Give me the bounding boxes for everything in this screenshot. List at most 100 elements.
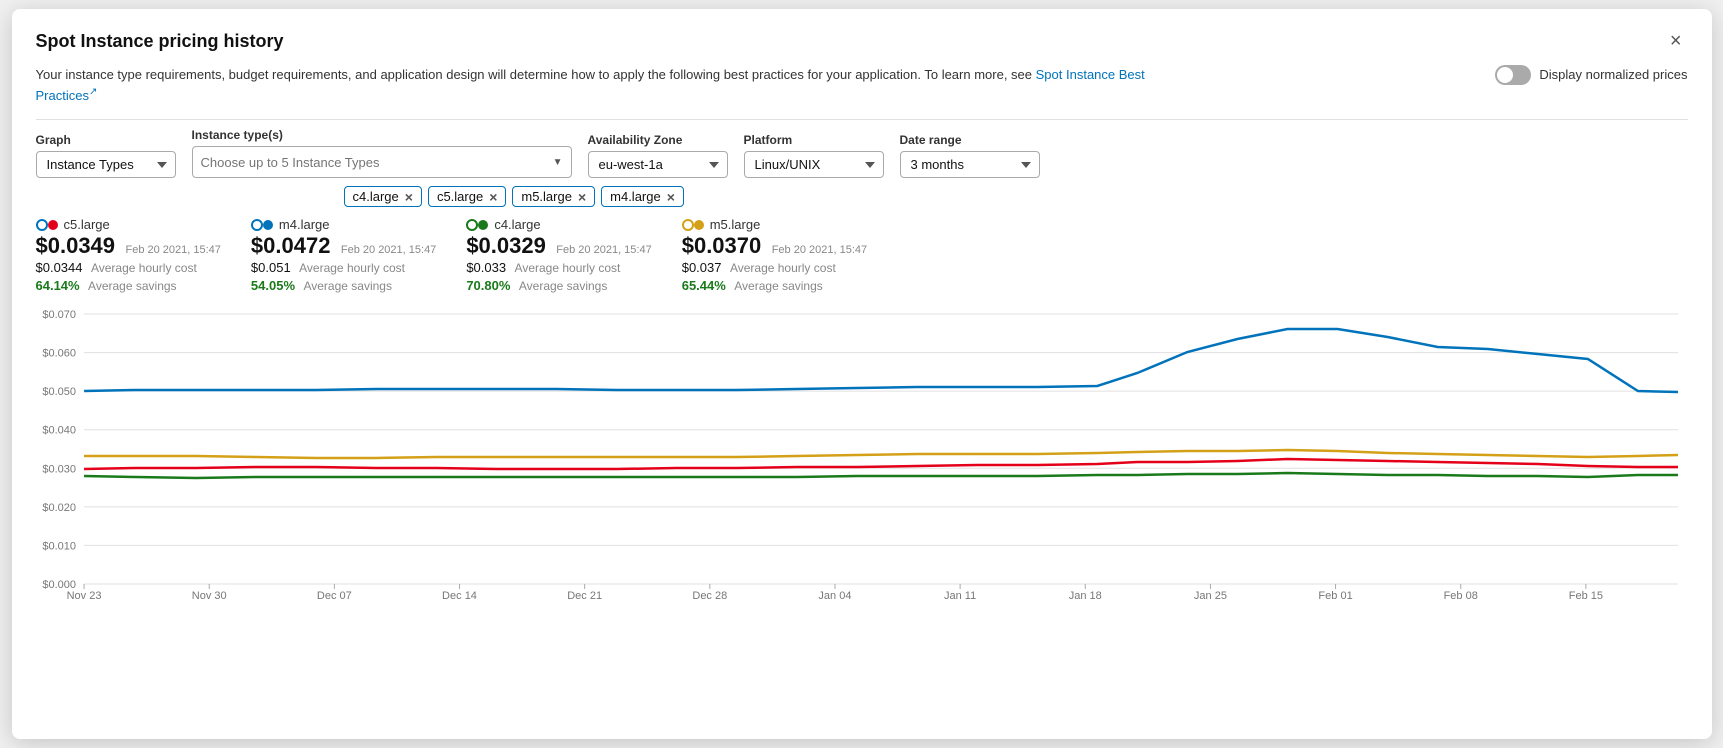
instance-dropdown-chevron: ▼ (553, 157, 563, 168)
instance-type-input-container[interactable]: ▼ (192, 146, 572, 178)
instance-type-label: Instance type(s) (192, 128, 572, 142)
tag-m5large-label: m5.large (521, 189, 572, 204)
tag-m4large-label: m4.large (610, 189, 661, 204)
daterange-select[interactable]: 3 months (900, 151, 1040, 178)
legend-m4large-savings: 54.05% (251, 278, 295, 293)
legend-m4large-avg-label: Average hourly cost (299, 261, 405, 275)
svg-text:Dec 14: Dec 14 (442, 590, 477, 599)
svg-text:Feb 15: Feb 15 (1568, 590, 1602, 599)
legend-c4large-price: $0.0329 (466, 233, 546, 258)
tag-c5large-remove[interactable]: × (489, 190, 497, 204)
legend-m5large-avg: $0.037 (682, 260, 722, 275)
instance-type-filter-group: Instance type(s) ▼ (192, 128, 572, 178)
legend-c4large-avg-row: $0.033 Average hourly cost (466, 259, 651, 277)
platform-filter-label: Platform (744, 133, 884, 147)
platform-filter-group: Platform Linux/UNIX (744, 133, 884, 178)
svg-text:Jan 04: Jan 04 (818, 590, 851, 599)
legend-m4large-dot-outer (251, 219, 263, 231)
graph-filter-label: Graph (36, 133, 176, 147)
legend-m4large-avg: $0.051 (251, 260, 291, 275)
legend-m4large-price-row: $0.0472 Feb 20 2021, 15:47 (251, 233, 436, 259)
legend-m5large-header: m5.large (682, 217, 867, 232)
legend-c4large: c4.large $0.0329 Feb 20 2021, 15:47 $0.0… (466, 217, 651, 295)
info-description: Your instance type requirements, budget … (36, 67, 1033, 82)
graph-filter-group: Graph Instance Types (36, 133, 176, 178)
tag-c4large: c4.large × (344, 186, 422, 207)
legend-c4large-date: Feb 20 2021, 15:47 (556, 244, 651, 256)
legend-m5large-savings-row: 65.44% Average savings (682, 277, 867, 295)
daterange-filter-group: Date range 3 months (900, 133, 1040, 178)
legend-m4large-price: $0.0472 (251, 233, 331, 258)
divider-top (36, 119, 1688, 120)
price-chart: $0.070 $0.060 $0.050 $0.040 $0.030 $0.02… (36, 299, 1688, 599)
chart-area: $0.070 $0.060 $0.050 $0.040 $0.030 $0.02… (36, 299, 1688, 599)
legend-c5large-savings: 64.14% (36, 278, 80, 293)
legend-m5large-name: m5.large (710, 217, 761, 232)
svg-text:Dec 21: Dec 21 (567, 590, 602, 599)
legend-m5large-avg-row: $0.037 Average hourly cost (682, 259, 867, 277)
legend-c4large-dot-inner (478, 220, 488, 230)
legend-c4large-savings: 70.80% (466, 278, 510, 293)
platform-select[interactable]: Linux/UNIX (744, 151, 884, 178)
legend-m4large-savings-row: 54.05% Average savings (251, 277, 436, 295)
tag-c4large-label: c4.large (353, 189, 399, 204)
az-filter-label: Availability Zone (588, 133, 728, 147)
modal-container: Spot Instance pricing history × Your ins… (12, 9, 1712, 739)
svg-text:Dec 07: Dec 07 (316, 590, 351, 599)
legend-m4large-avg-row: $0.051 Average hourly cost (251, 259, 436, 277)
svg-text:Feb 01: Feb 01 (1318, 590, 1352, 599)
legend-c4large-avg-label: Average hourly cost (515, 261, 621, 275)
svg-text:Feb 08: Feb 08 (1443, 590, 1477, 599)
legend-c4large-price-row: $0.0329 Feb 20 2021, 15:47 (466, 233, 651, 259)
tag-m4large-remove[interactable]: × (667, 190, 675, 204)
svg-text:Nov 23: Nov 23 (66, 590, 101, 599)
legend-c5large-price-row: $0.0349 Feb 20 2021, 15:47 (36, 233, 221, 259)
legend-m4large-savings-label: Average savings (303, 279, 392, 293)
legend-c4large-savings-label: Average savings (519, 279, 608, 293)
instance-type-input[interactable] (201, 155, 401, 170)
tag-c4large-remove[interactable]: × (405, 190, 413, 204)
close-button[interactable]: × (1664, 29, 1688, 53)
az-filter-group: Availability Zone eu-west-1a (588, 133, 728, 178)
legend-m5large-price-row: $0.0370 Feb 20 2021, 15:47 (682, 233, 867, 259)
legend-c5large-avg: $0.0344 (36, 260, 83, 275)
legend-c5large-price: $0.0349 (36, 233, 116, 258)
legend-m4large-dot-inner (263, 220, 273, 230)
az-select[interactable]: eu-west-1a (588, 151, 728, 178)
info-bar: Your instance type requirements, budget … (36, 65, 1688, 105)
legend-m4large: m4.large $0.0472 Feb 20 2021, 15:47 $0.0… (251, 217, 436, 295)
normalized-prices-toggle[interactable] (1495, 65, 1531, 85)
legend-c4large-avg: $0.033 (466, 260, 506, 275)
legend-m4large-date: Feb 20 2021, 15:47 (341, 244, 436, 256)
legend-c5large-date: Feb 20 2021, 15:47 (125, 244, 220, 256)
modal-title: Spot Instance pricing history (36, 31, 284, 52)
legend-c5large-avg-label: Average hourly cost (91, 261, 197, 275)
svg-text:$0.070: $0.070 (42, 309, 76, 321)
tag-m5large: m5.large × (512, 186, 595, 207)
svg-text:$0.060: $0.060 (42, 348, 76, 360)
legend-m5large: m5.large $0.0370 Feb 20 2021, 15:47 $0.0… (682, 217, 867, 295)
legend-m4large-header: m4.large (251, 217, 436, 232)
legend-c4large-dot-outer (466, 219, 478, 231)
legend-c5large-avg-row: $0.0344 Average hourly cost (36, 259, 221, 277)
svg-text:$0.010: $0.010 (42, 541, 76, 553)
legend-c4large-header: c4.large (466, 217, 651, 232)
tag-m5large-remove[interactable]: × (578, 190, 586, 204)
info-text: Your instance type requirements, budget … (36, 65, 1186, 105)
modal-header: Spot Instance pricing history × (36, 29, 1688, 53)
svg-text:Dec 28: Dec 28 (692, 590, 727, 599)
legend-m5large-date: Feb 20 2021, 15:47 (772, 244, 867, 256)
legend-m5large-dot-inner (694, 220, 704, 230)
legend-c5large-savings-label: Average savings (88, 279, 177, 293)
legend-c4large-name: c4.large (494, 217, 540, 232)
instance-tags-row: c4.large × c5.large × m5.large × m4.larg… (44, 186, 1688, 207)
svg-text:$0.040: $0.040 (42, 425, 76, 437)
graph-select[interactable]: Instance Types (36, 151, 176, 178)
legend-c5large-dot-inner (48, 220, 58, 230)
svg-text:$0.030: $0.030 (42, 464, 76, 476)
normalized-prices-control: Display normalized prices (1495, 65, 1687, 85)
legend-m5large-savings-label: Average savings (734, 279, 823, 293)
filters-row: Graph Instance Types Instance type(s) ▼ … (36, 128, 1688, 178)
normalized-prices-label: Display normalized prices (1539, 65, 1687, 85)
legend-m5large-savings: 65.44% (682, 278, 726, 293)
